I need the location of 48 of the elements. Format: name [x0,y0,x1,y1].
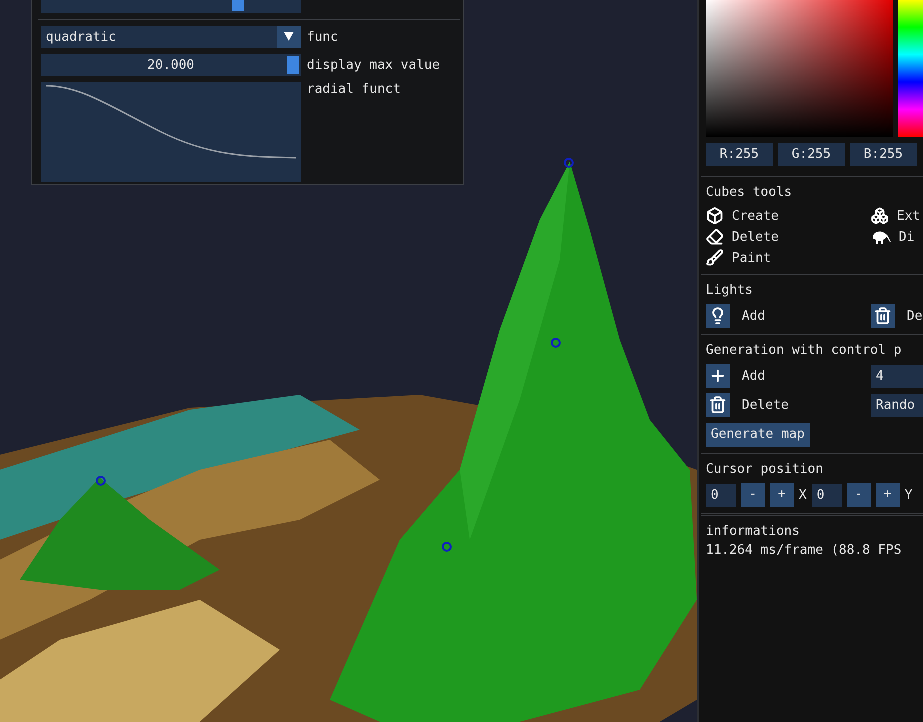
axis-label: X [799,488,807,502]
tool-item[interactable]: Delete [706,227,871,247]
max-value-slider[interactable]: 20.000 [41,54,301,76]
coordinate-field[interactable]: 0 [706,484,736,506]
color-value-field[interactable]: G:255 [778,143,845,166]
count-field[interactable]: 4 [871,364,923,388]
func-dropdown[interactable]: quadratic [41,26,301,48]
coordinate-field[interactable]: 0 [812,484,842,506]
button-label: Add [742,368,766,384]
decrement-button[interactable]: - [846,483,871,507]
delete-point-button[interactable] [706,393,730,417]
button-label: Add [742,308,766,324]
max-value-label: display max value [307,58,440,72]
tool-item[interactable]: Create [706,206,871,226]
trash-icon [874,307,892,325]
light-action-button[interactable] [871,304,895,328]
decrement-button[interactable]: - [741,483,765,507]
frame-time-text: 11.264 ms/frame (88.8 FPS [706,543,903,558]
color-square[interactable] [706,0,894,137]
color-value-field[interactable]: B:255 [850,143,917,166]
plus-icon [709,367,727,385]
axis-label: Y [904,488,913,502]
graph-label: radial funct [307,82,401,97]
increment-button[interactable]: + [770,483,794,507]
cubes-icon [871,207,889,225]
cube-icon [706,207,724,225]
bird-icon [871,229,891,245]
eraser-icon [706,228,724,246]
add-point-button[interactable] [706,364,730,388]
section-title: informations [706,524,801,539]
tool-item[interactable]: Ext [871,206,923,226]
button-label: Delete [742,398,789,412]
generate-map-button[interactable]: Generate map [706,423,810,447]
section-title: Generation with control p [706,343,903,358]
section-title: Cursor position [706,462,824,477]
func-label: func [307,30,338,44]
button-label: De [907,308,923,324]
section-title: Cubes tools [706,185,794,200]
light-action-button[interactable] [706,304,730,328]
tool-item[interactable]: Paint [706,248,871,268]
tool-item[interactable]: Di [871,227,923,247]
color-value-field[interactable]: R:255 [706,143,773,166]
trash-icon [709,396,727,414]
section-title: Lights [706,283,754,298]
hue-bar[interactable] [898,0,923,137]
increment-button[interactable]: + [876,483,900,507]
brush-icon [706,249,724,267]
mode-dropdown[interactable]: Rando [871,394,923,416]
